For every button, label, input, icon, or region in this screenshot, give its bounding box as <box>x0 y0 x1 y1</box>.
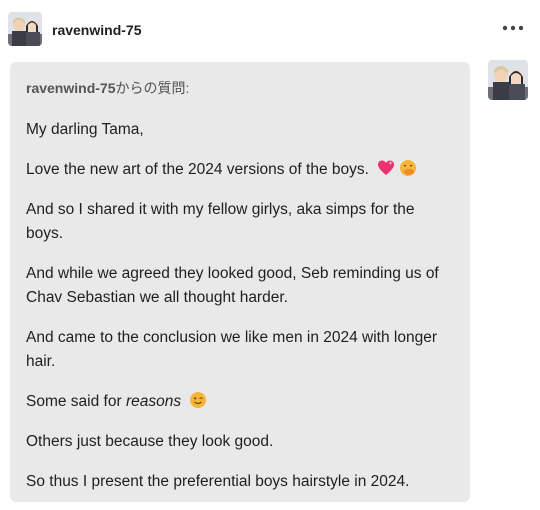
winking-face-icon <box>189 391 207 409</box>
ask-paragraph: So thus I present the preferential boys … <box>26 470 454 494</box>
ask-text: And so I shared it with my fellow girlys… <box>26 201 415 242</box>
ask-text: Others just because they look good. <box>26 433 274 450</box>
ask-text: Some said for <box>26 393 126 410</box>
ask-paragraph: Others just because they look good. <box>26 430 454 454</box>
sparkling-heart-icon <box>377 159 395 177</box>
post-header: ravenwind-75 <box>0 0 540 60</box>
ask-paragraph: Love the new art of the 2024 versions of… <box>26 158 454 182</box>
ask-paragraph: And while we agreed they looked good, Se… <box>26 262 454 310</box>
ask-body: My darling Tama, Love the new art of the… <box>26 118 454 510</box>
ask-bubble: ravenwind-75からの質問: My darling Tama, Love… <box>10 62 470 502</box>
more-options-button[interactable] <box>500 18 526 38</box>
ask-text: And while we agreed they looked good, Se… <box>26 265 439 306</box>
ask-suffix: からの質問: <box>115 80 190 96</box>
ask-text: So thus I present the preferential boys … <box>26 473 410 490</box>
face-hand-over-mouth-icon <box>399 159 417 177</box>
ask-header: ravenwind-75からの質問: <box>26 78 189 98</box>
ask-paragraph: Some said for reasons <box>26 390 454 414</box>
ask-text: And came to the conclusion we like men i… <box>26 329 437 370</box>
ask-asker-link[interactable]: ravenwind-75 <box>26 80 115 96</box>
more-dots-icon <box>500 18 526 38</box>
ask-text: Love the new art of the 2024 versions of… <box>26 161 369 178</box>
ask-emphasis: reasons <box>125 393 182 410</box>
post-username[interactable]: ravenwind-75 <box>52 22 141 38</box>
ask-text: My darling Tama, <box>26 121 144 138</box>
ask-paragraph: And came to the conclusion we like men i… <box>26 326 454 374</box>
ask-paragraph: And so I shared it with my fellow girlys… <box>26 198 454 246</box>
asker-avatar[interactable] <box>488 60 528 100</box>
ask-paragraph: My darling Tama, <box>26 118 454 142</box>
avatar[interactable] <box>8 12 42 46</box>
